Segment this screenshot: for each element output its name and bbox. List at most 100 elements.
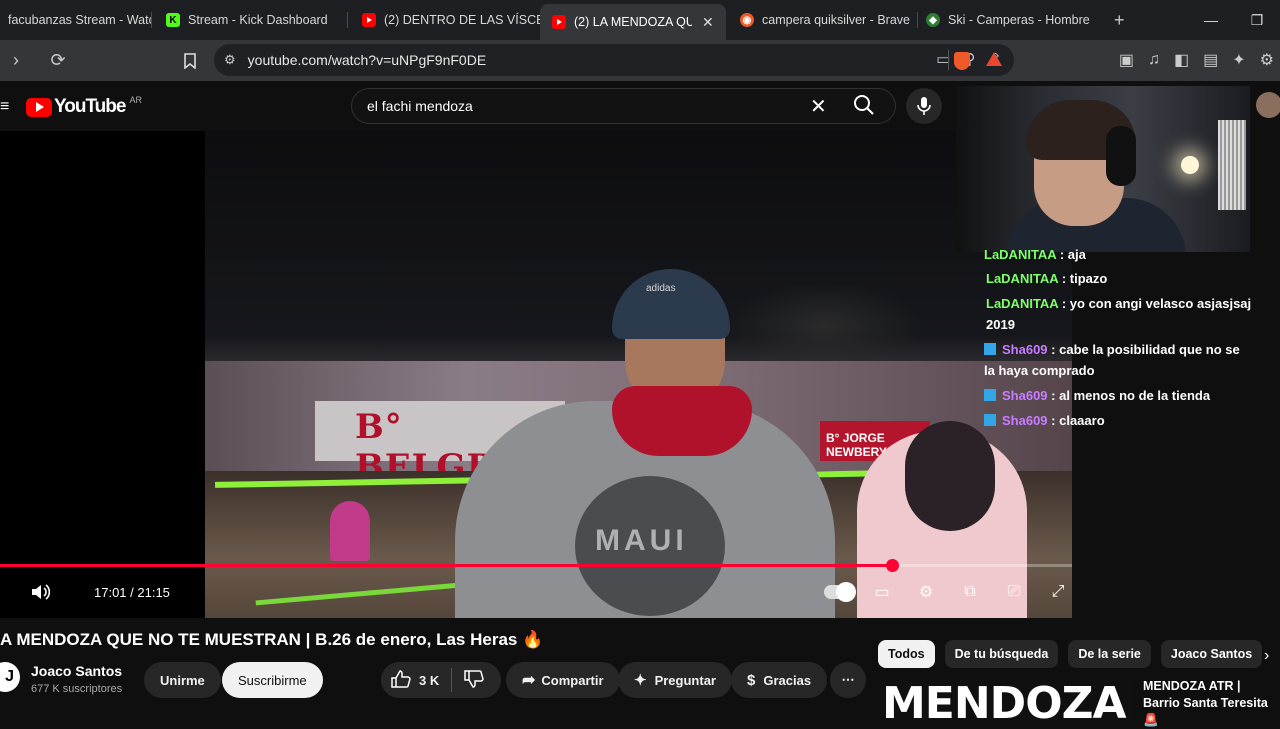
player-controls-right: ▭ ⚙ ⧉ ⎚ ⤢ xyxy=(824,577,1072,607)
leo-ai-icon[interactable]: ✦ xyxy=(1232,50,1245,70)
time-display: 17:01 / 21:15 xyxy=(78,574,186,610)
fullscreen-icon[interactable]: ⤢ xyxy=(1044,578,1072,606)
tab-label: (2) DENTRO DE LAS VÍSCER xyxy=(384,13,540,27)
voice-search-button[interactable] xyxy=(906,88,942,124)
maximize-icon[interactable]: ❐ xyxy=(1234,12,1280,29)
like-button[interactable] xyxy=(391,669,411,691)
address-bar[interactable]: ⚙ youtube.com/watch?v=uNPgF9nF0DE ▭ ⚲ ⇪ xyxy=(214,44,1014,76)
country-code: AR xyxy=(129,95,142,105)
volume-icon xyxy=(32,584,50,600)
ask-button[interactable]: ✦ Preguntar xyxy=(618,662,732,698)
scene-lamp xyxy=(1181,156,1199,174)
clear-search-icon[interactable]: ✕ xyxy=(810,94,827,119)
player-controls-left: 17:01 / 21:15 xyxy=(0,574,186,610)
chip-joaco-santos[interactable]: Joaco Santos xyxy=(1160,640,1263,668)
more-actions-button[interactable]: ⋯ xyxy=(830,662,866,698)
like-dislike-group: 3 K xyxy=(381,662,501,698)
tab-facubanzas[interactable]: facubanzas Stream - Watch xyxy=(0,4,152,36)
extension-toolbar: ▣ ♫ ◧ ▤ ✦ ⚙ xyxy=(1119,44,1280,76)
prime-badge-icon xyxy=(984,343,996,355)
hoodie-text: MAUI xyxy=(595,524,688,557)
subscriber-count: 677 K suscriptores xyxy=(31,683,123,695)
video-player[interactable]: B° BELGRANO B° JORGE NEWBERY MAUI adidas… xyxy=(0,131,1072,618)
thumbs-down-icon xyxy=(464,669,484,688)
dislike-button[interactable] xyxy=(464,669,484,691)
join-button[interactable]: Unirme xyxy=(144,662,221,698)
kick-icon: K xyxy=(166,13,180,27)
share-button[interactable]: ➦ Compartir xyxy=(506,662,620,698)
tab-kick-dashboard[interactable]: K Stream - Kick Dashboard xyxy=(152,4,348,36)
microphone-icon xyxy=(917,97,931,115)
tab-campera-quiksilver[interactable]: ◉ campera quiksilver - Brave xyxy=(726,4,918,36)
volume-button[interactable] xyxy=(20,574,60,610)
site-settings-icon[interactable]: ⚙ xyxy=(224,52,236,68)
scene-hoodie-logo: MAUI xyxy=(575,476,725,616)
logo-text: YouTube xyxy=(54,96,126,117)
cast-icon[interactable]: ⎚ xyxy=(1000,578,1028,606)
search-box[interactable]: el fachi mendoza ✕ xyxy=(351,88,896,124)
channel-avatar[interactable]: J xyxy=(0,662,20,692)
menu-icon[interactable]: ≡ xyxy=(0,98,9,116)
tab-ski-camperas[interactable]: ◆ Ski - Camperas - Hombre xyxy=(918,4,1104,36)
tab-label: Stream - Kick Dashboard xyxy=(188,13,328,27)
search-input[interactable]: el fachi mendoza xyxy=(367,98,473,114)
scene-scarf xyxy=(612,386,752,456)
bookmark-icon[interactable] xyxy=(174,45,206,77)
chip-de-la-serie[interactable]: De la serie xyxy=(1068,640,1151,668)
wallet-icon[interactable]: ▤ xyxy=(1203,50,1218,70)
reload-icon[interactable]: ⟳ xyxy=(42,45,74,77)
chat-message: LaDANITAA : aja xyxy=(984,248,1086,262)
chat-message: LaDANITAA : tipazo xyxy=(986,271,1108,286)
tab-dentro-de-las-visceras[interactable]: (2) DENTRO DE LAS VÍSCER xyxy=(348,4,540,36)
progress-bar[interactable] xyxy=(0,559,1072,572)
share-icon: ➦ xyxy=(522,672,536,689)
thumbs-up-icon xyxy=(391,669,411,688)
prime-badge-icon xyxy=(984,389,996,401)
like-count: 3 K xyxy=(419,672,440,688)
store-icon: ◆ xyxy=(926,13,940,27)
chip-de-tu-busqueda[interactable]: De tu búsqueda xyxy=(944,640,1059,668)
chevron-right-icon[interactable]: › xyxy=(1264,647,1269,665)
chat-text: aja xyxy=(1067,248,1086,262)
url-text[interactable]: youtube.com/watch?v=uNPgF9nF0DE xyxy=(248,52,487,68)
subscribe-button[interactable]: Suscribirme xyxy=(222,662,323,698)
reading-list-icon[interactable]: ▣ xyxy=(1119,50,1134,70)
sparkle-icon: ✦ xyxy=(634,672,647,689)
recommendation-title[interactable]: MENDOZA ATR | Barrio Santa Teresita 🚨 xyxy=(1143,678,1278,729)
sidebar-icon[interactable]: ◧ xyxy=(1174,50,1189,70)
close-icon[interactable]: ✕ xyxy=(702,14,714,31)
thumbnail-text: MENDOZA xyxy=(882,680,1127,720)
chat-message: Sha609 : cabe la posibilidad que no se l… xyxy=(984,342,1240,378)
music-icon[interactable]: ♫ xyxy=(1148,51,1160,69)
tab-la-mendoza[interactable]: (2) LA MENDOZA QUE ✕ xyxy=(540,4,726,40)
recommendation-thumbnail[interactable]: MENDOZA xyxy=(880,680,1134,720)
beanie-text: adidas xyxy=(646,283,676,294)
chat-username: Sha609 xyxy=(1002,342,1048,357)
scene-wall-hanging xyxy=(1218,120,1246,210)
tab-label: Ski - Camperas - Hombre xyxy=(948,13,1090,27)
minimize-icon[interactable]: — xyxy=(1188,12,1234,28)
settings-icon[interactable]: ⚙ xyxy=(912,578,940,606)
brave-shields-icon[interactable] xyxy=(954,52,970,70)
miniplayer-icon[interactable]: ⧉ xyxy=(956,578,984,606)
ask-label: Preguntar xyxy=(654,672,716,688)
chat-text: claaaro xyxy=(1059,413,1105,428)
recommendation-chips: Todos De tu búsqueda De la serie Joaco S… xyxy=(878,640,1263,668)
thanks-button[interactable]: $ Gracias xyxy=(731,662,828,698)
brave-search-icon: ◉ xyxy=(740,13,754,27)
youtube-logo[interactable]: YouTube AR xyxy=(26,95,142,118)
forward-icon[interactable]: › xyxy=(0,45,32,77)
chip-todos[interactable]: Todos xyxy=(878,640,935,668)
chat-text: tipazo xyxy=(1069,271,1108,286)
search-icon[interactable] xyxy=(852,93,876,122)
subtitles-icon[interactable]: ▭ xyxy=(868,578,896,606)
new-tab-button[interactable]: + xyxy=(1114,10,1125,31)
scrubber-handle[interactable] xyxy=(886,559,899,572)
chat-username: Sha609 xyxy=(1002,388,1048,403)
tab-label: facubanzas Stream - Watch xyxy=(8,13,152,27)
autoplay-toggle[interactable] xyxy=(824,578,856,606)
brave-rewards-icon[interactable] xyxy=(986,52,1002,66)
channel-name[interactable]: Joaco Santos xyxy=(31,663,122,679)
account-avatar[interactable] xyxy=(1256,92,1280,118)
extensions-icon[interactable]: ⚙ xyxy=(1260,50,1274,70)
